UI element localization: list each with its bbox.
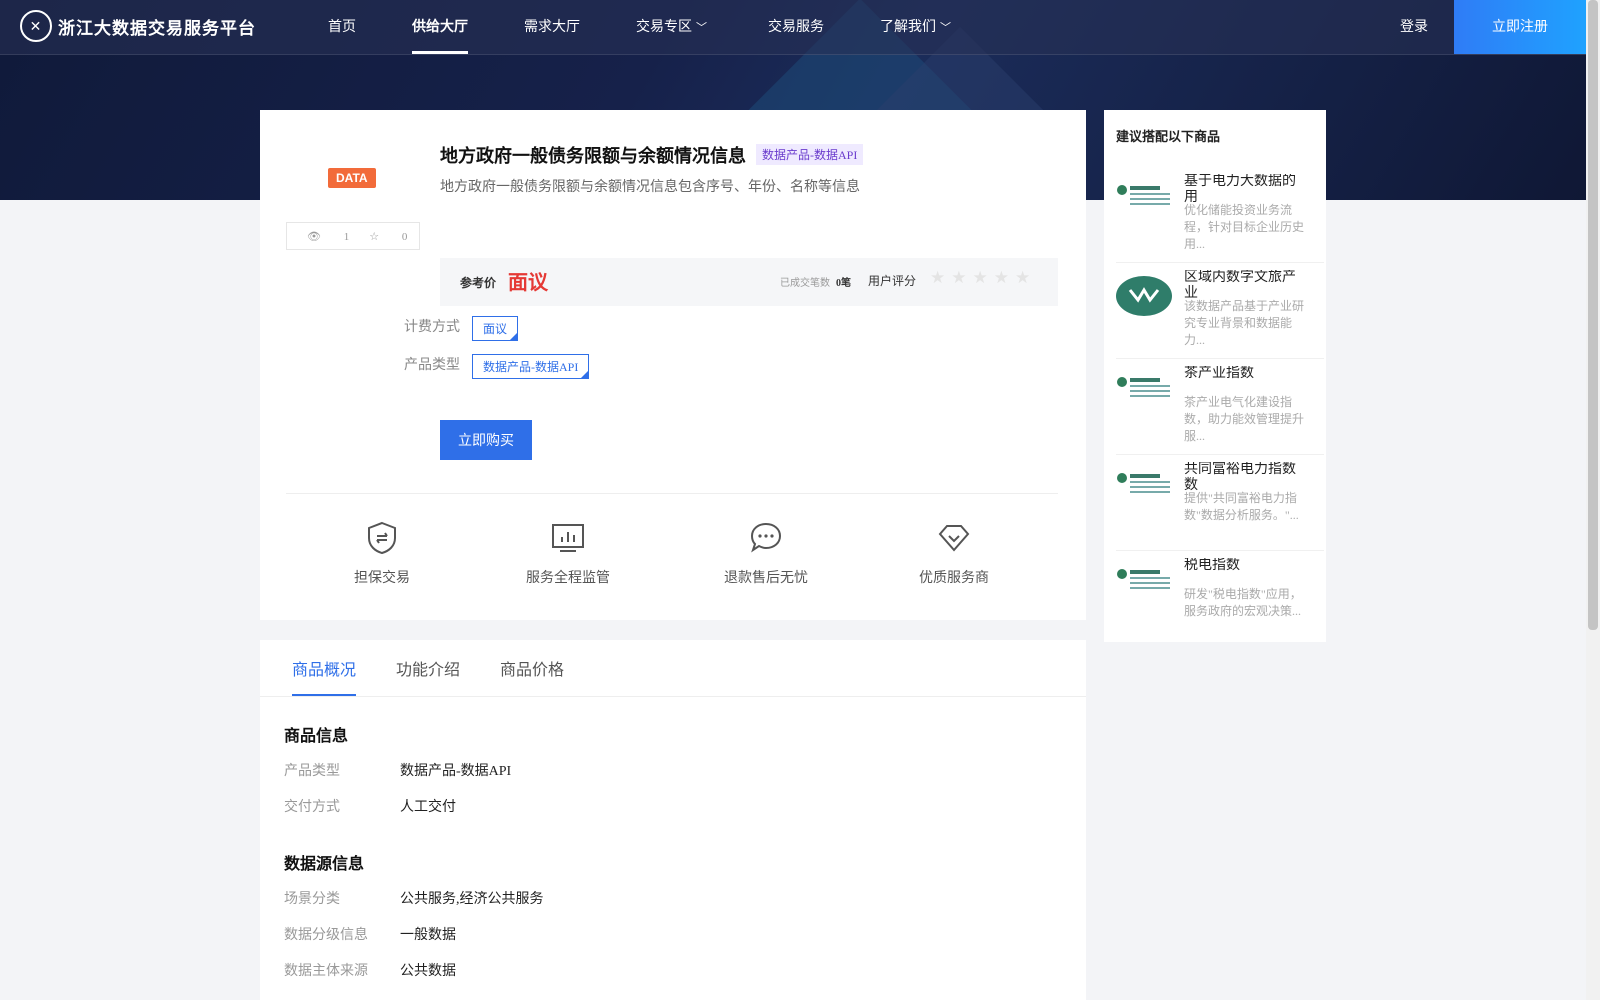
rating-label: 用户评分 [868,274,917,288]
nav-about[interactable]: 了解我们 ﹀ [880,0,951,54]
product-subtitle: 地方政府一般债务限额与余额情况信息包含序号、年份、名称等信息 [440,180,860,195]
recommend-item[interactable]: 税电指数 研发"税电指数"应用，服务政府的宏观决策... [1116,550,1324,646]
nav-demand-hall[interactable]: 需求大厅 [524,0,580,54]
product-card: DATA 👁 1 ☆ 0 地方政府一般债务限额与余额情况信息 数据产品-数据AP… [260,110,1086,620]
feature-provider: 优质服务商 [894,520,1014,587]
views-count: 👁 1 [307,230,350,243]
top-nav: ✕ 浙江大数据交易服务平台 首页 供给大厅 需求大厅 交易专区 ﹀ 交易服务 了解… [0,0,1586,55]
info-value: 数据产品-数据API [400,764,512,779]
chevron-down-icon: ﹀ [696,22,707,34]
feature-refund: 退款售后无忧 [706,520,826,587]
site-logo[interactable]: ✕ 浙江大数据交易服务平台 [20,10,256,42]
product-title: 地方政府一般债务限额与余额情况信息 [440,146,746,166]
shield-icon [368,521,396,555]
rating-stars[interactable]: ★★★★★ [930,268,1036,288]
favorites-count[interactable]: ☆ 0 [369,230,407,243]
nav-trade-service[interactable]: 交易服务 [768,0,824,54]
buy-now-button[interactable]: 立即购买 [440,420,532,460]
login-link[interactable]: 登录 [1400,0,1428,54]
recommend-item[interactable]: 共同富裕电力指数数 提供"共同富裕电力指数"数据分析服务。"... [1116,454,1324,551]
tab-overview[interactable]: 商品概况 [292,656,357,696]
tab-features[interactable]: 功能介绍 [396,656,460,694]
product-thumbnail [1117,377,1170,397]
info-value: 公共数据 [400,964,456,979]
product-thumbnail [1117,569,1170,589]
info-label: 交付方式 [284,800,340,815]
product-type-tag: 数据产品-数据API [756,144,864,165]
feature-guarantee: 担保交易 [322,520,442,587]
divider [286,493,1058,494]
billing-label: 计费方式 [404,320,460,335]
product-thumbnail [1117,185,1170,205]
info-label: 场景分类 [284,892,340,907]
billing-option[interactable]: 面议 [472,316,519,341]
scrollbar-thumb[interactable] [1588,0,1598,630]
chevron-down-icon: ﹀ [940,22,951,34]
monitor-chart-icon [552,524,584,552]
info-label: 数据主体来源 [284,964,368,979]
type-label: 产品类型 [404,358,460,373]
diamond-icon [938,525,970,552]
detail-tabs-card: 商品概况 功能介绍 商品价格 商品信息 产品类型 数据产品-数据API 交付方式… [260,640,1086,1000]
data-badge: DATA [328,168,376,188]
info-value: 公共服务,经济公共服务 [400,892,544,907]
price-value: 面议 [508,272,548,294]
price-box: 参考价 面议 已成交笔数 0笔 用户评分 ★★★★★ [440,258,1058,306]
info-label: 产品类型 [284,764,340,779]
product-stats: 👁 1 ☆ 0 [286,222,420,250]
chat-bubble-icon [750,522,782,553]
page-scrollbar[interactable] [1586,0,1600,1000]
nav-trade-zone[interactable]: 交易专区 ﹀ [636,0,707,54]
sidebar-title: 建议搭配以下商品 [1116,129,1221,144]
info-label: 数据分级信息 [284,928,368,943]
price-label: 参考价 [460,276,497,290]
recommend-item[interactable]: 区域内数字文旅产业 该数据产品基于产业研究专业背景和数据能力... [1116,262,1324,359]
info-value: 人工交付 [400,800,456,815]
section-product-info: 商品信息 [284,728,349,745]
logo-icon: ✕ [20,10,52,42]
deals-count: 已成交笔数 0笔 [780,278,851,289]
feature-supervision: 服务全程监管 [508,520,628,587]
recommend-sidebar: 建议搭配以下商品 基于电力大数据的用 优化储能投资业务流程，针对目标企业历史用.… [1104,110,1326,642]
logo-text: 浙江大数据交易服务平台 [58,18,256,38]
recommend-item[interactable]: 茶产业指数 茶产业电气化建设指数，助力能效管理提升服... [1116,358,1324,455]
recommend-item[interactable]: 基于电力大数据的用 优化储能投资业务流程，针对目标企业历史用... [1116,166,1324,263]
register-button[interactable]: 立即注册 [1454,0,1586,54]
type-option[interactable]: 数据产品-数据API [472,354,590,379]
product-thumbnail [1117,473,1170,493]
product-thumbnail [1116,276,1172,316]
nav-home[interactable]: 首页 [328,0,356,54]
nav-supply-hall[interactable]: 供给大厅 [412,0,468,54]
section-data-source: 数据源信息 [284,856,365,873]
info-value: 一般数据 [400,928,456,943]
tab-pricing[interactable]: 商品价格 [500,656,564,694]
